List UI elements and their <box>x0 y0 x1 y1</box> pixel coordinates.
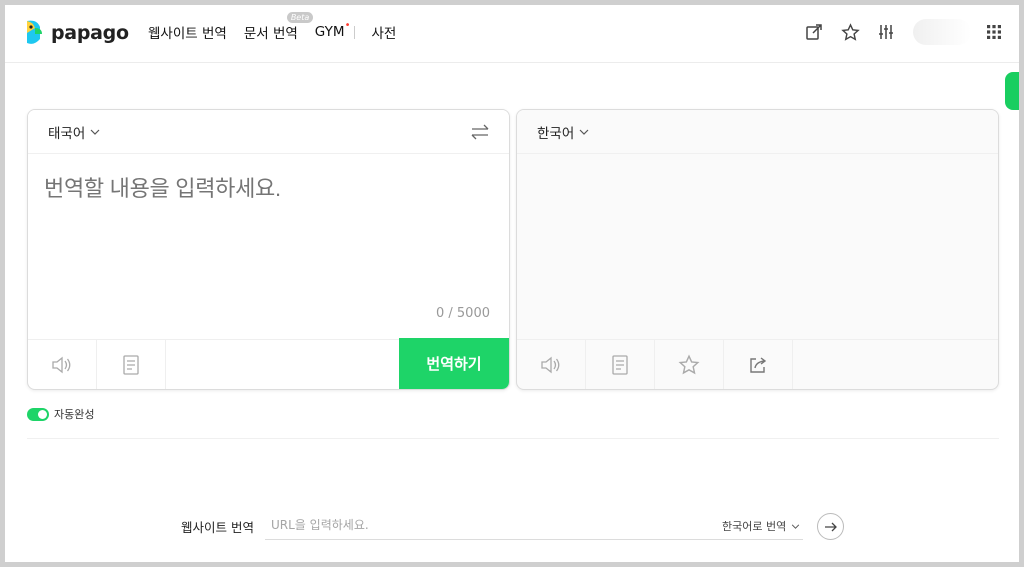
nav-document-translate[interactable]: 문서 번역 Beta <box>243 12 314 42</box>
logo-text: papago <box>51 22 129 44</box>
source-language-label: 태국어 <box>48 125 86 142</box>
header-actions <box>791 19 1007 45</box>
source-lang-bar: 태국어 <box>28 110 509 154</box>
source-panel: 태국어 0 / 5000 <box>27 109 510 390</box>
toggle-switch[interactable] <box>27 407 49 421</box>
papago-parrot-icon <box>27 20 42 44</box>
nav-document-label: 문서 번역 <box>243 26 298 42</box>
open-external-icon[interactable] <box>801 19 827 45</box>
autocomplete-label: 자동완성 <box>54 408 95 421</box>
arrow-right-icon <box>824 522 837 531</box>
website-target-language-label: 한국어로 번역 <box>722 520 787 533</box>
new-dot-badge: • <box>344 20 351 31</box>
target-lang-bar: 한국어 <box>517 110 998 154</box>
beta-badge: Beta <box>286 12 314 23</box>
apps-grid-icon[interactable] <box>981 19 1007 45</box>
character-counter: 0 / 5000 <box>436 306 490 321</box>
listen-speaker-icon[interactable] <box>517 340 586 389</box>
favorite-star-icon[interactable] <box>655 340 724 389</box>
settings-sliders-icon[interactable] <box>873 19 899 45</box>
share-icon[interactable] <box>724 340 793 389</box>
swap-languages-icon[interactable] <box>469 121 491 143</box>
target-panel: 한국어 <box>516 109 999 390</box>
website-translate-label: 웹사이트 번역 <box>181 520 254 535</box>
autocomplete-toggle[interactable]: 자동완성 <box>27 406 94 422</box>
logo[interactable]: papago <box>23 18 129 48</box>
source-language-select[interactable]: 태국어 <box>48 122 100 142</box>
nav-gym[interactable]: GYM • <box>314 21 351 41</box>
nav-gym-label: GYM <box>314 24 345 40</box>
nav-website-translate[interactable]: 웹사이트 번역 <box>148 22 227 42</box>
main-nav: 웹사이트 번역 문서 번역 Beta GYM • 사전 <box>148 12 413 42</box>
target-language-label: 한국어 <box>537 125 575 142</box>
nav-divider <box>354 25 356 39</box>
chevron-down-icon <box>579 129 589 135</box>
source-text-input[interactable] <box>44 176 484 202</box>
listen-speaker-icon[interactable] <box>28 340 97 389</box>
side-panel-toggle[interactable] <box>1005 72 1019 110</box>
translate-button[interactable]: 번역하기 <box>399 338 509 389</box>
copy-note-icon[interactable] <box>586 340 655 389</box>
nav-dictionary[interactable]: 사전 <box>371 22 396 42</box>
profile-area[interactable] <box>913 19 971 45</box>
app-window: papago 웹사이트 번역 문서 번역 Beta GYM • 사전 태국어 번… <box>5 5 1019 562</box>
chevron-down-icon <box>792 523 800 529</box>
section-divider <box>27 438 999 439</box>
website-translate-row: 웹사이트 번역 한국어로 번역 <box>181 510 845 540</box>
website-target-language-select[interactable]: 한국어로 번역 <box>722 518 800 534</box>
handwriting-note-icon[interactable] <box>97 340 166 389</box>
header: papago 웹사이트 번역 문서 번역 Beta GYM • 사전 <box>5 5 1019 63</box>
star-icon[interactable] <box>837 19 863 45</box>
go-arrow-button[interactable] <box>817 513 844 540</box>
target-language-select[interactable]: 한국어 <box>537 122 589 142</box>
target-toolbar <box>517 339 998 389</box>
chevron-down-icon <box>90 129 100 135</box>
